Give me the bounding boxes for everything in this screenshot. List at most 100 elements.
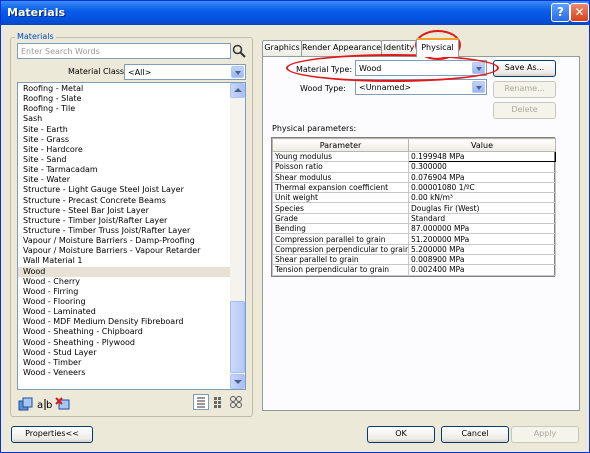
cancel-button[interactable]: Cancel [441,426,509,443]
properties-toggle-button[interactable]: Properties<< [11,426,93,443]
parameter-value-cell[interactable]: 0.199948 MPa [408,150,556,163]
table-row[interactable]: Species Douglas Fir (West) [272,202,556,214]
list-item[interactable]: Site - Grass [18,135,231,145]
list-item[interactable]: Site - Earth [18,125,231,135]
close-button[interactable]: ✕ [570,3,589,22]
parameter-name-cell: Compression parallel to grain [272,233,409,245]
list-item[interactable]: Wood - Firring [18,287,231,297]
small-icons-view-icon[interactable] [212,395,228,409]
parameter-name-cell: Compression perpendicular to grain [272,243,409,255]
parameter-name-cell: Poisson ratio [272,161,409,173]
delete-button[interactable]: Delete [493,102,556,119]
scroll-up-button[interactable] [230,83,245,98]
list-item[interactable]: Wood - Laminated [18,307,231,317]
tab-physical[interactable]: Physical [416,38,459,57]
search-input[interactable]: Enter Search Words [17,43,231,59]
physical-parameters-label: Physical parameters: [272,124,357,133]
list-item[interactable]: Wall Material 1 [18,256,231,266]
list-item[interactable]: Wood - MDF Medium Density Fibreboard [18,317,231,327]
tab-identity[interactable]: Identity [381,40,417,56]
material-type-label: Material Type: [296,65,353,74]
window-title: Materials [7,6,66,19]
wood-type-dropdown[interactable]: <Unnamed> [355,79,487,95]
parameter-name-cell: Young modulus [272,150,409,163]
list-item[interactable]: Structure - Timber Truss Joist/Rafter La… [18,226,231,236]
list-item[interactable]: Structure - Steel Bar Joist Layer [18,206,231,216]
list-item[interactable]: Roofing - Slate [18,94,231,104]
list-item[interactable]: Roofing - Metal [18,84,231,94]
list-scrollbar[interactable] [230,83,245,389]
parameter-value-cell[interactable]: Douglas Fir (West) [408,202,556,214]
list-item[interactable]: Wood - Flooring [18,297,231,307]
parameter-name-cell: Shear parallel to grain [272,253,409,266]
tab-graphics[interactable]: Graphics [262,40,302,56]
parameter-value-cell[interactable]: 51.200000 MPa [408,233,556,245]
table-row[interactable]: Young modulus 0.199948 MPa [272,150,556,163]
list-item[interactable]: Site - Tarmacadam [18,165,231,175]
parameter-value-cell[interactable]: Standard [408,212,556,225]
table-row[interactable]: Compression parallel to grain 51.200000 M… [272,233,556,245]
list-item[interactable]: Roofing - Tile [18,104,231,114]
list-item[interactable]: Structure - Light Gauge Steel Joist Laye… [18,185,231,195]
list-item[interactable]: Wood - Timber [18,358,231,368]
duplicate-material-icon[interactable] [18,397,34,411]
help-button[interactable]: ? [551,3,570,22]
table-row[interactable]: Shear modulus 0.076904 MPa [272,171,556,183]
list-item[interactable]: Vapour / Moisture Barriers - Damp-Proofi… [18,236,231,246]
material-class-dropdown[interactable]: <All> [124,64,246,80]
list-item[interactable]: Wood - Veneers [18,368,231,378]
parameter-value-cell[interactable]: 5.200000 MPa [408,243,556,255]
parameter-value-cell[interactable]: 0.002400 MPa [408,264,556,276]
apply-button[interactable]: Apply [511,426,579,443]
delete-material-icon[interactable] [55,397,71,411]
list-item[interactable]: Vapour / Moisture Barriers - Vapour Reta… [18,246,231,256]
physical-parameters-grid[interactable]: Parameter Value Young modulus 0.199948 MP… [271,137,556,277]
rename-button[interactable]: Rename... [493,81,556,98]
parameter-value-cell[interactable]: 0.00 kN/m³ [408,192,556,204]
search-icon[interactable] [231,43,247,59]
column-header-value[interactable]: Value [408,138,556,152]
large-icons-view-icon[interactable] [229,395,245,409]
wood-type-value: <Unnamed> [359,83,412,92]
list-item[interactable]: Wood - Sheathing - Plywood [18,338,231,348]
material-class-value: <All> [128,68,152,77]
list-item[interactable]: Site - Hardcore [18,145,231,155]
rename-material-icon[interactable]: a b [37,397,53,411]
title-bar[interactable]: Materials ? ✕ [1,1,589,25]
parameter-value-cell[interactable]: 0.008900 MPa [408,253,556,266]
chevron-down-icon [472,81,485,93]
list-item[interactable]: Structure - Precast Concrete Beams [18,196,231,206]
table-row[interactable]: Thermal expansion coefficient 0.00001080 … [272,181,556,194]
list-item[interactable]: Site - Sand [18,155,231,165]
save-as-button[interactable]: Save As... [493,60,556,77]
list-item[interactable]: Structure - Timber Joist/Rafter Layer [18,216,231,226]
column-header-parameter[interactable]: Parameter [272,138,409,152]
table-row[interactable]: Bending 87.000000 MPa [272,223,556,235]
scroll-down-button[interactable] [230,374,245,389]
list-item[interactable]: Sash [18,114,231,124]
parameter-value-cell[interactable]: 0.076904 MPa [408,171,556,183]
parameter-value-cell[interactable]: 87.000000 MPa [408,223,556,235]
table-row[interactable]: Grade Standard [272,212,556,225]
list-item[interactable]: Wood [18,266,231,277]
material-type-dropdown[interactable]: Wood [355,60,487,76]
list-item[interactable]: Wood - Cherry [18,277,231,287]
scroll-thumb[interactable] [230,301,245,373]
chevron-down-icon [472,62,485,74]
ok-button[interactable]: OK [367,426,435,443]
materials-list[interactable]: Roofing - Metal Roofing - Slate Roofing - … [17,82,246,390]
table-row[interactable]: Unit weight 0.00 kN/m³ [272,192,556,204]
table-row[interactable]: Tension perpendicular to grain 0.002400 M… [272,264,556,276]
table-row[interactable]: Shear parallel to grain 0.008900 MPa [272,253,556,266]
list-item[interactable]: Wood - Stud Layer [18,348,231,358]
parameter-value-cell[interactable]: 0.300000 [408,161,556,173]
list-view-icon[interactable] [193,394,209,410]
parameter-name-cell: Shear modulus [272,171,409,183]
parameter-name-cell: Thermal expansion coefficient [272,181,409,194]
list-item[interactable]: Site - Water [18,175,231,185]
table-row[interactable]: Poisson ratio 0.300000 [272,161,556,173]
tab-render-appearance[interactable]: Render Appearance [301,40,382,56]
list-item[interactable]: Wood - Sheathing - Chipboard [18,327,231,337]
parameter-value-cell[interactable]: 0.00001080 1/ºC [408,181,556,194]
table-row[interactable]: Compression perpendicular to grain 5.2000… [272,243,556,255]
